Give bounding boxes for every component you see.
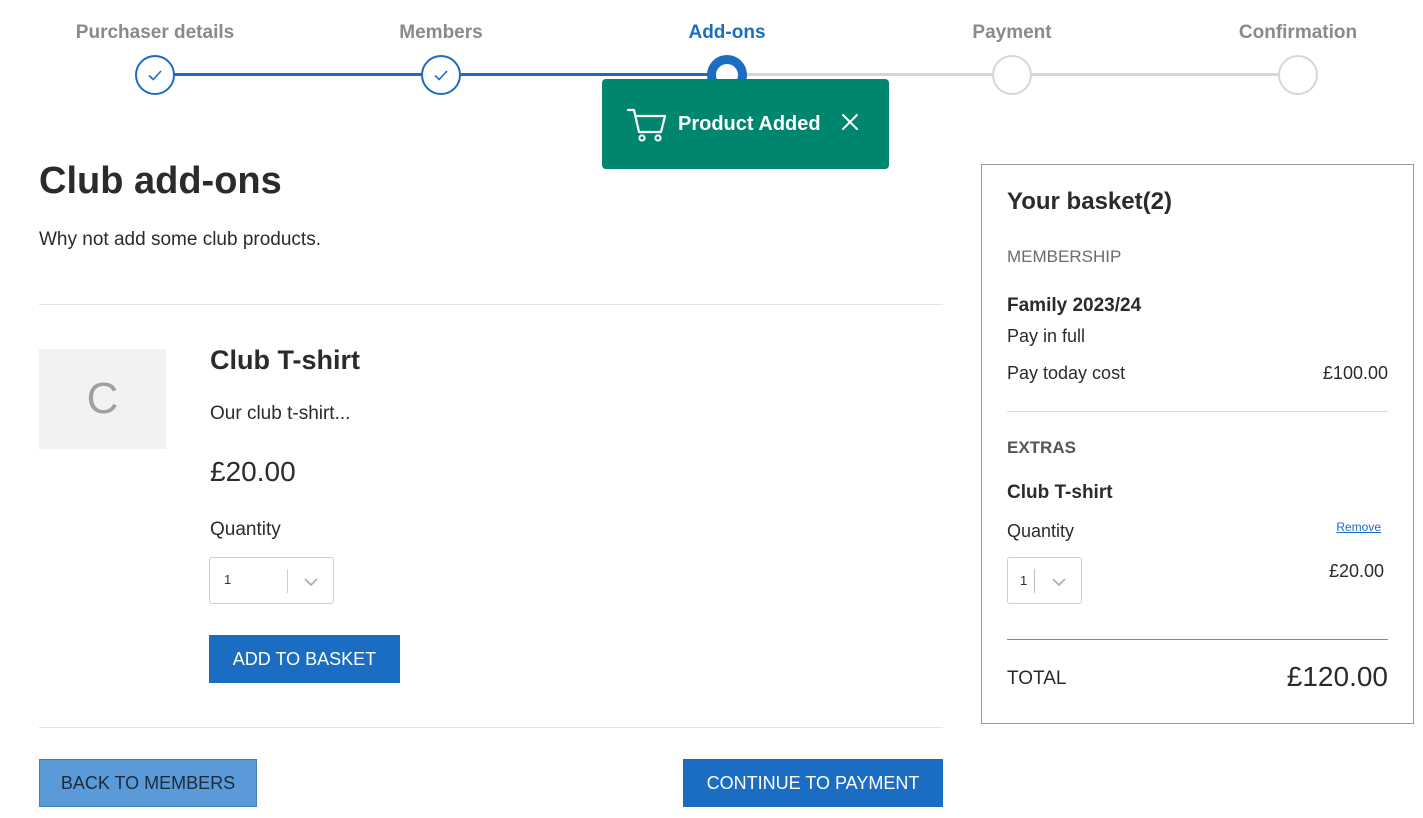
- remove-link[interactable]: Remove: [1336, 520, 1381, 534]
- step-label-purchaser-details: Purchaser details: [75, 22, 235, 43]
- page-subtitle: Why not add some club products.: [39, 229, 321, 250]
- quantity-value: 1: [224, 572, 232, 587]
- extra-item-name: Club T-shirt: [1007, 482, 1113, 503]
- check-icon: [148, 70, 162, 81]
- check-icon: [434, 70, 448, 81]
- continue-to-payment-button[interactable]: CONTINUE TO PAYMENT: [683, 759, 943, 807]
- quantity-select[interactable]: 1: [209, 557, 334, 604]
- close-icon[interactable]: [840, 112, 860, 132]
- step-label-add-ons: Add-ons: [688, 22, 766, 43]
- basket-panel: Your basket(2) MEMBERSHIP Family 2023/24…: [981, 164, 1414, 724]
- divider: [39, 727, 943, 728]
- step-purchaser-details[interactable]: [135, 55, 175, 95]
- extra-quantity-label: Quantity: [1007, 521, 1075, 541]
- basket-quantity-select[interactable]: 1: [1007, 557, 1082, 604]
- membership-plan: Pay in full: [1007, 326, 1086, 346]
- chevron-down-icon: [304, 578, 318, 587]
- membership-heading: MEMBERSHIP: [1007, 247, 1122, 266]
- total-divider: [1007, 639, 1388, 640]
- product-price: £20.00: [210, 456, 296, 487]
- basket-divider: [1007, 411, 1388, 412]
- toast-message: Product Added: [678, 112, 821, 135]
- pay-today-label: Pay today cost: [1007, 363, 1126, 383]
- basket-title: Your basket(2): [1007, 188, 1172, 215]
- product-thumbnail: C: [39, 349, 166, 449]
- select-separator: [287, 569, 288, 593]
- product-name: Club T-shirt: [210, 345, 360, 375]
- divider: [39, 304, 943, 305]
- back-to-members-button[interactable]: BACK TO MEMBERS: [39, 759, 257, 807]
- step-label-members: Members: [399, 22, 483, 43]
- product-added-toast: Product Added: [602, 79, 889, 169]
- select-separator: [1034, 569, 1035, 593]
- step-confirmation: [1278, 55, 1318, 95]
- extras-heading: EXTRAS: [1007, 438, 1076, 457]
- step-label-confirmation: Confirmation: [1238, 22, 1358, 43]
- add-to-basket-button[interactable]: ADD TO BASKET: [209, 635, 400, 683]
- step-members[interactable]: [421, 55, 461, 95]
- extra-item-price: £20.00: [1328, 561, 1384, 581]
- page-title: Club add-ons: [39, 160, 282, 202]
- membership-name: Family 2023/24: [1007, 295, 1142, 316]
- step-label-payment: Payment: [972, 22, 1052, 43]
- cart-icon: [626, 108, 667, 142]
- basket-quantity-value: 1: [1020, 573, 1028, 588]
- pay-today-value: £100.00: [1322, 363, 1388, 383]
- step-payment: [992, 55, 1032, 95]
- total-label: TOTAL: [1007, 668, 1067, 689]
- total-value: £120.00: [1286, 661, 1388, 692]
- chevron-down-icon: [1052, 578, 1066, 587]
- quantity-label: Quantity: [210, 519, 281, 540]
- product-description: Our club t-shirt...: [210, 403, 351, 424]
